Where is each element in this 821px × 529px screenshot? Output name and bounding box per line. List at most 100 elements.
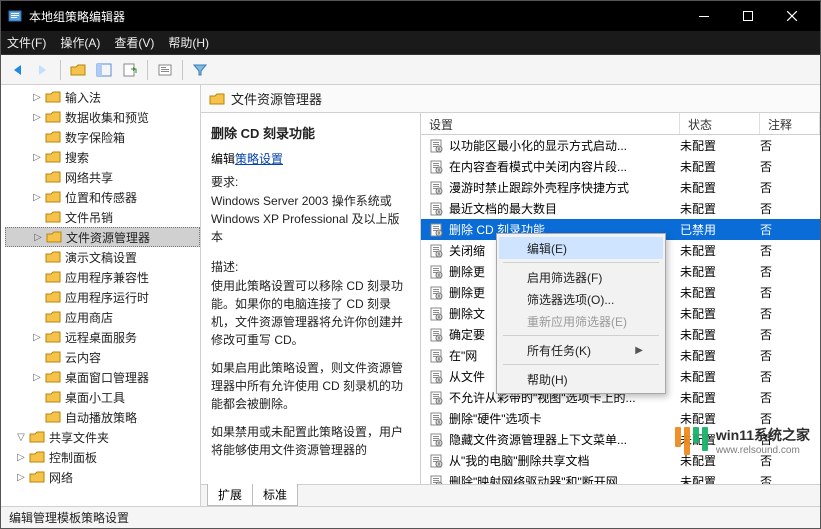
folder-icon (29, 450, 45, 464)
ctx-edit[interactable]: 编辑(E) (499, 237, 663, 259)
minimize-button[interactable] (682, 1, 726, 31)
list-row[interactable]: 删除"映射网络驱动器"和"断开网...未配置否 (421, 471, 820, 484)
policy-icon (427, 432, 445, 448)
col-setting[interactable]: 设置 (421, 113, 680, 134)
filter-button[interactable] (188, 58, 212, 82)
tree-item-label: 位置和传感器 (65, 189, 137, 206)
tree-item-label: 数据收集和预览 (65, 109, 149, 126)
ctx-filter-options[interactable]: 筛选器选项(O)... (499, 288, 663, 310)
tree-item[interactable]: 桌面小工具 (5, 387, 200, 407)
cell-comment: 否 (760, 326, 820, 343)
forward-button[interactable] (31, 58, 55, 82)
ctx-all-tasks[interactable]: 所有任务(K)▶ (499, 339, 663, 361)
tree-item[interactable]: 云内容 (5, 347, 200, 367)
app-window: 本地组策略编辑器 文件(F) 操作(A) 查看(V) 帮助(H) ▷输入法▷数据… (0, 0, 821, 529)
folder-icon (45, 170, 61, 184)
cell-setting: 删除"映射网络驱动器"和"断开网... (449, 473, 680, 484)
policy-icon (427, 369, 445, 385)
chevron-right-icon[interactable]: ▷ (31, 111, 43, 123)
policy-icon (427, 159, 445, 175)
detail-title: 删除 CD 刻录功能 (211, 123, 410, 142)
chevron-right-icon[interactable]: ▷ (31, 191, 43, 203)
folder-icon (45, 410, 61, 424)
policy-icon (427, 453, 445, 469)
list-row[interactable]: 最近文档的最大数目未配置否 (421, 198, 820, 219)
policy-icon (427, 201, 445, 217)
cell-setting: 从"我的电脑"删除共享文档 (449, 452, 680, 469)
properties-button[interactable] (153, 58, 177, 82)
description-head: 描述: (211, 258, 410, 275)
cell-state: 未配置 (680, 431, 760, 448)
col-state[interactable]: 状态 (680, 113, 760, 134)
folder-icon (45, 250, 61, 264)
toolbar-separator (182, 60, 183, 80)
show-hide-tree-button[interactable] (92, 58, 116, 82)
list-row[interactable]: 以功能区最小化的显示方式启动...未配置否 (421, 135, 820, 156)
chevron-right-icon[interactable]: ▷ (31, 371, 43, 383)
menu-view[interactable]: 查看(V) (114, 34, 154, 51)
tree-item[interactable]: ▷ 数据收集和预览 (5, 107, 200, 127)
tab-extended[interactable]: 扩展 (207, 484, 253, 506)
cell-comment: 否 (760, 431, 820, 448)
tree-item[interactable]: ▷文件资源管理器 (5, 227, 200, 247)
ctx-filter-on[interactable]: 启用筛选器(F) (499, 266, 663, 288)
tree-item[interactable]: 数字保险箱 (5, 127, 200, 147)
back-button[interactable] (5, 58, 29, 82)
menu-action[interactable]: 操作(A) (60, 34, 100, 51)
tree-item[interactable]: ▷桌面窗口管理器 (5, 367, 200, 387)
cell-setting: 漫游时禁止跟踪外壳程序快捷方式 (449, 179, 680, 196)
tree-item[interactable]: 应用程序运行时 (5, 287, 200, 307)
tree-item[interactable]: ▷网络 (5, 467, 200, 487)
chevron-right-icon[interactable]: ▷ (32, 231, 44, 243)
col-comment[interactable]: 注释 (760, 113, 820, 134)
breadcrumb-text: 文件资源管理器 (231, 89, 322, 108)
tree-item[interactable]: ▷控制面板 (5, 447, 200, 467)
folder-icon (45, 290, 61, 304)
list-row[interactable]: 删除"硬件"选项卡未配置否 (421, 408, 820, 429)
tree-panel[interactable]: ▷输入法▷数据收集和预览数字保险箱▷搜索网络共享▷位置和传感器文件吊销▷文件资源… (1, 85, 201, 506)
tree-item[interactable]: 应用程序兼容性 (5, 267, 200, 287)
tree-item[interactable]: 自动播放策略 (5, 407, 200, 427)
list-row[interactable]: 隐藏文件资源管理器上下文菜单...未配置否 (421, 429, 820, 450)
tab-standard[interactable]: 标准 (252, 484, 298, 506)
tree-item[interactable]: ▷输入法 (5, 87, 200, 107)
list-row[interactable]: 在内容查看模式中关闭内容片段...未配置否 (421, 156, 820, 177)
list-row[interactable]: 漫游时禁止跟踪外壳程序快捷方式未配置否 (421, 177, 820, 198)
close-button[interactable] (770, 1, 814, 31)
context-menu: 编辑(E) 启用筛选器(F) 筛选器选项(O)... 重新应用筛选器(E) 所有… (496, 233, 666, 394)
chevron-right-icon[interactable]: ▷ (31, 91, 43, 103)
tree-item[interactable]: 应用商店 (5, 307, 200, 327)
policy-icon (427, 306, 445, 322)
ctx-separator (503, 335, 659, 336)
chevron-right-icon[interactable]: ▷ (31, 151, 43, 163)
folder-up-button[interactable] (66, 58, 90, 82)
cell-comment: 否 (760, 389, 820, 406)
tree-item[interactable]: ▷搜索 (5, 147, 200, 167)
chevron-right-icon[interactable]: ▷ (15, 451, 27, 463)
tree-item-label: 应用商店 (65, 309, 113, 326)
ctx-help[interactable]: 帮助(H) (499, 368, 663, 390)
tree-item[interactable]: 文件吊销 (5, 207, 200, 227)
folder-icon (46, 230, 62, 244)
chevron-right-icon[interactable]: ▷ (15, 471, 27, 483)
ctx-separator (503, 262, 659, 263)
list-row[interactable]: 从"我的电脑"删除共享文档未配置否 (421, 450, 820, 471)
toolbar (1, 55, 820, 85)
export-list-button[interactable] (118, 58, 142, 82)
menu-help[interactable]: 帮助(H) (168, 34, 209, 51)
cell-comment: 否 (760, 368, 820, 385)
tree-item[interactable]: ▷ 位置和传感器 (5, 187, 200, 207)
cell-setting: 删除"硬件"选项卡 (449, 410, 680, 427)
tree-item[interactable]: 演示文稿设置 (5, 247, 200, 267)
tree-item[interactable]: ▷远程桌面服务 (5, 327, 200, 347)
tree-item[interactable]: 网络共享 (5, 167, 200, 187)
menu-file[interactable]: 文件(F) (7, 34, 46, 51)
chevron-down-icon[interactable]: ▽ (15, 431, 27, 443)
cell-comment: 否 (760, 200, 820, 217)
folder-icon (45, 390, 61, 404)
tree-item-label: 云内容 (65, 349, 101, 366)
maximize-button[interactable] (726, 1, 770, 31)
tree-item[interactable]: ▽共享文件夹 (5, 427, 200, 447)
chevron-right-icon[interactable]: ▷ (31, 331, 43, 343)
edit-policy-link[interactable]: 编辑策略设置 (211, 150, 410, 167)
